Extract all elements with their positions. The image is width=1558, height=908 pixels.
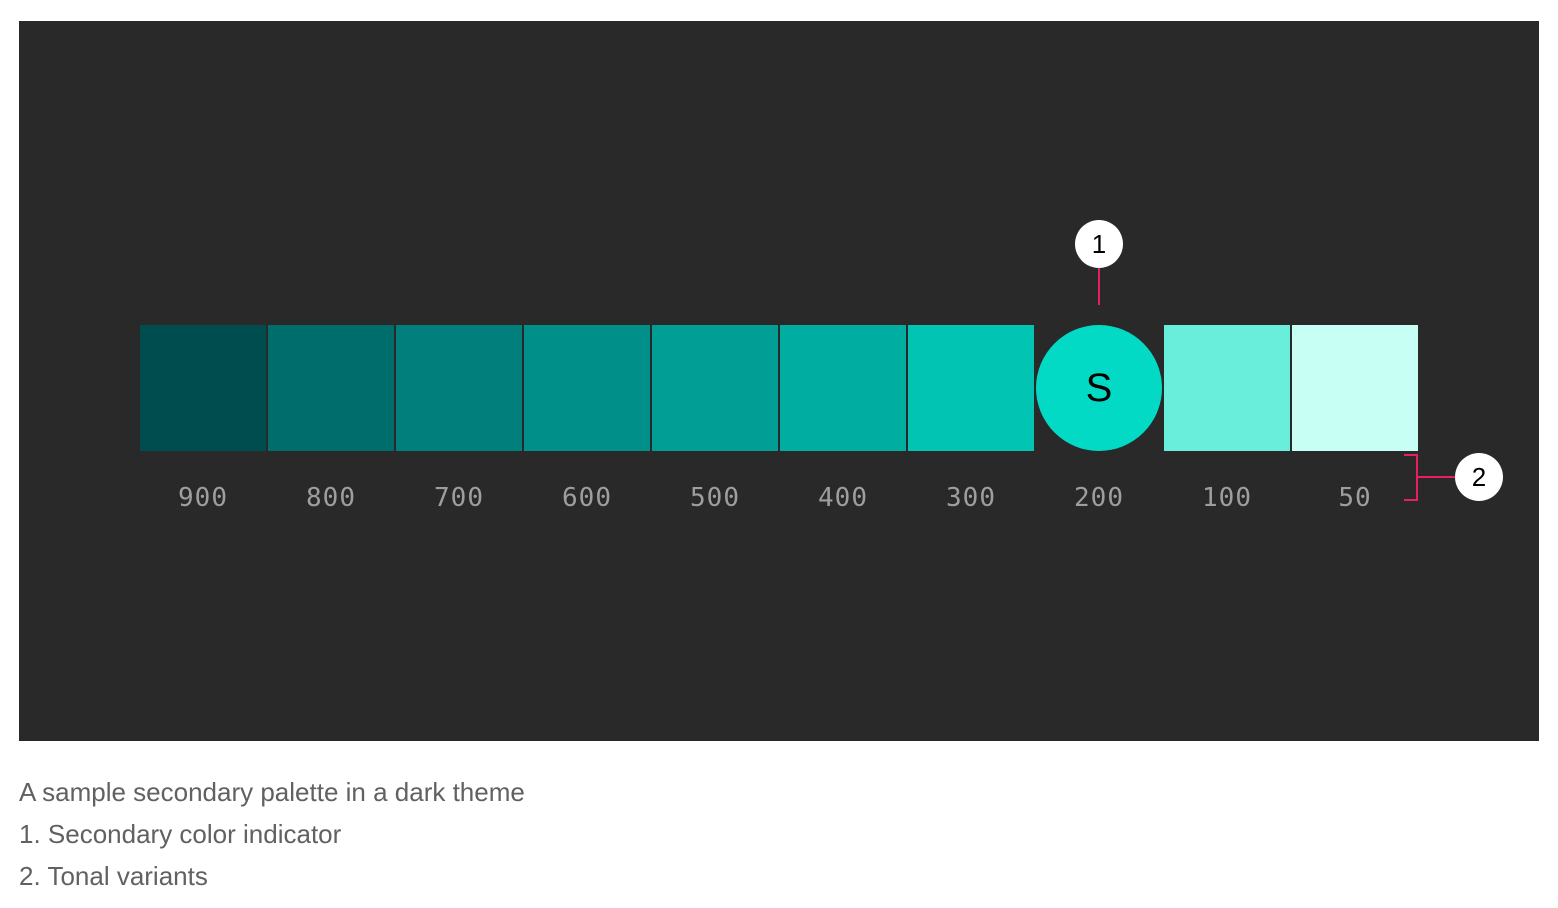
tone-label-900: 900 xyxy=(178,483,228,513)
tone-label-600: 600 xyxy=(562,483,612,513)
tone-label-100: 100 xyxy=(1202,483,1252,513)
callout-line-2 xyxy=(1418,476,1456,478)
caption-title: A sample secondary palette in a dark the… xyxy=(19,777,525,807)
tone-label-400: 400 xyxy=(818,483,868,513)
palette-panel: S 900 800 700 600 500 400 300 200 100 50… xyxy=(19,21,1539,741)
swatch-600 xyxy=(524,325,650,451)
marker-1: 1 xyxy=(1075,220,1123,268)
secondary-indicator-letter: S xyxy=(1085,365,1113,410)
tone-label-300: 300 xyxy=(946,483,996,513)
tone-label-500: 500 xyxy=(690,483,740,513)
marker-1-number: 1 xyxy=(1091,228,1107,259)
swatch-400 xyxy=(780,325,906,451)
swatch-300 xyxy=(908,325,1034,451)
tone-label-200: 200 xyxy=(1074,483,1124,513)
swatch-900 xyxy=(140,325,266,451)
swatch-500 xyxy=(652,325,778,451)
tone-label-700: 700 xyxy=(434,483,484,513)
swatch-800 xyxy=(268,325,394,451)
caption-item-2: 2. Tonal variants xyxy=(19,861,208,891)
tone-label-50: 50 xyxy=(1338,483,1372,513)
swatch-700 xyxy=(396,325,522,451)
tone-label-800: 800 xyxy=(306,483,356,513)
swatch-50 xyxy=(1292,325,1418,451)
caption-item-1: 1. Secondary color indicator xyxy=(19,819,342,849)
tonal-variants-bracket xyxy=(1404,454,1418,501)
swatch-100 xyxy=(1164,325,1290,451)
marker-2-number: 2 xyxy=(1471,461,1487,492)
marker-2: 2 xyxy=(1455,453,1503,501)
callout-line-1 xyxy=(1098,267,1100,305)
secondary-color-indicator: S xyxy=(1036,325,1162,451)
